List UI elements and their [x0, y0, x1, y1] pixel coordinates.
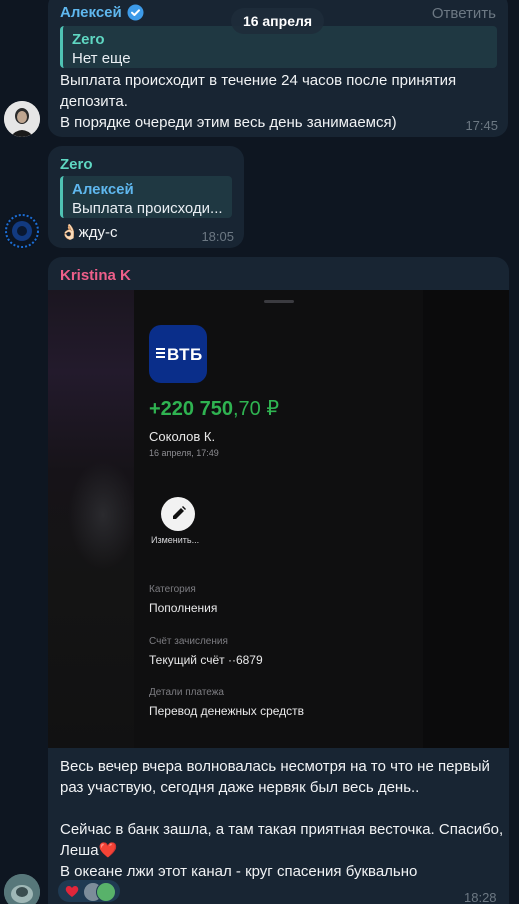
pencil-icon [161, 497, 195, 531]
photo-attachment[interactable]: ВТБ +220 750,70 ₽ Соколов К. 16 апреля, … [48, 290, 509, 748]
transfer-amount: +220 750,70 ₽ [149, 396, 279, 421]
field-label: Детали платежа [149, 687, 224, 698]
field-value: Текущий счёт ··6879 [149, 653, 263, 667]
vtb-stripes [156, 348, 165, 360]
amount-main: +220 750 [149, 398, 233, 420]
edit-label: Изменить... [151, 535, 200, 545]
field-value: Пополнения [149, 601, 218, 615]
vtb-logo: ВТБ [149, 325, 207, 383]
reply-quote[interactable]: Алексей Выплата происходи... [60, 176, 232, 218]
bank-receipt: ВТБ +220 750,70 ₽ Соколов К. 16 апреля, … [134, 290, 423, 748]
avatar[interactable] [4, 213, 40, 249]
reaction-avatar [96, 882, 116, 902]
field-label: Категория [149, 584, 196, 595]
date-separator: 16 апреля [231, 8, 324, 34]
avatar[interactable] [4, 101, 40, 137]
reply-text: Выплата происходи... [72, 200, 223, 217]
vtb-logo-text: ВТБ [167, 345, 203, 364]
reply-text: Нет еще [72, 50, 131, 67]
reply-name: Алексей [72, 181, 134, 198]
reply-action[interactable]: Ответить [432, 5, 496, 22]
amount-decimal: ,70 ₽ [232, 398, 280, 420]
verified-badge-icon [127, 4, 144, 21]
text-line: Выплата происходит в течение 24 часов по… [60, 72, 457, 89]
text-line: Сейчас в банк зашла, а там такая приятна… [60, 821, 504, 838]
text-line [60, 798, 504, 819]
message-time: 17:45 [465, 118, 498, 133]
message-text: 👌🏻жду-с [60, 224, 118, 241]
field-value: Перевод денежных средств [149, 704, 305, 718]
text-line: В порядке очереди этим весь день занимае… [60, 114, 397, 131]
message-time: 18:28 [464, 890, 497, 904]
message-bubble[interactable]: Zero Алексей Выплата происходи... 👌🏻жду-… [48, 146, 244, 248]
payment-date: 16 апреля, 17:49 [149, 448, 219, 458]
payee-name: Соколов К. [149, 429, 216, 444]
chat-view: Алексей Ответить Zero Нет еще Выплата пр… [0, 0, 519, 904]
field-label: Счёт зачисления [149, 636, 228, 647]
sender-name[interactable]: Zero [60, 156, 93, 173]
sheet-handle [264, 300, 294, 303]
reaction-chip[interactable] [58, 880, 120, 902]
text-line: депозита. [60, 93, 128, 110]
text-line: Леша❤️ [60, 842, 118, 859]
text-line: Весь вечер вчера волновалась несмотря на… [60, 758, 490, 775]
text-line: В океане лжи этот канал - круг спасения … [60, 863, 418, 880]
photo-blur-spot [68, 460, 138, 570]
sender-name[interactable]: Kristina K [60, 267, 131, 284]
text-line: раз участвую, сегодня даже нервяк был ве… [60, 779, 420, 796]
photo-blur-right [423, 290, 509, 748]
message-text: Выплата происходит в течение 24 часов по… [60, 70, 500, 133]
sender-name[interactable]: Алексей [60, 4, 122, 21]
heart-icon [64, 883, 80, 899]
message-time: 18:05 [201, 229, 234, 244]
message-text: Весь вечер вчера волновалась несмотря на… [60, 756, 504, 882]
avatar[interactable] [4, 874, 40, 904]
